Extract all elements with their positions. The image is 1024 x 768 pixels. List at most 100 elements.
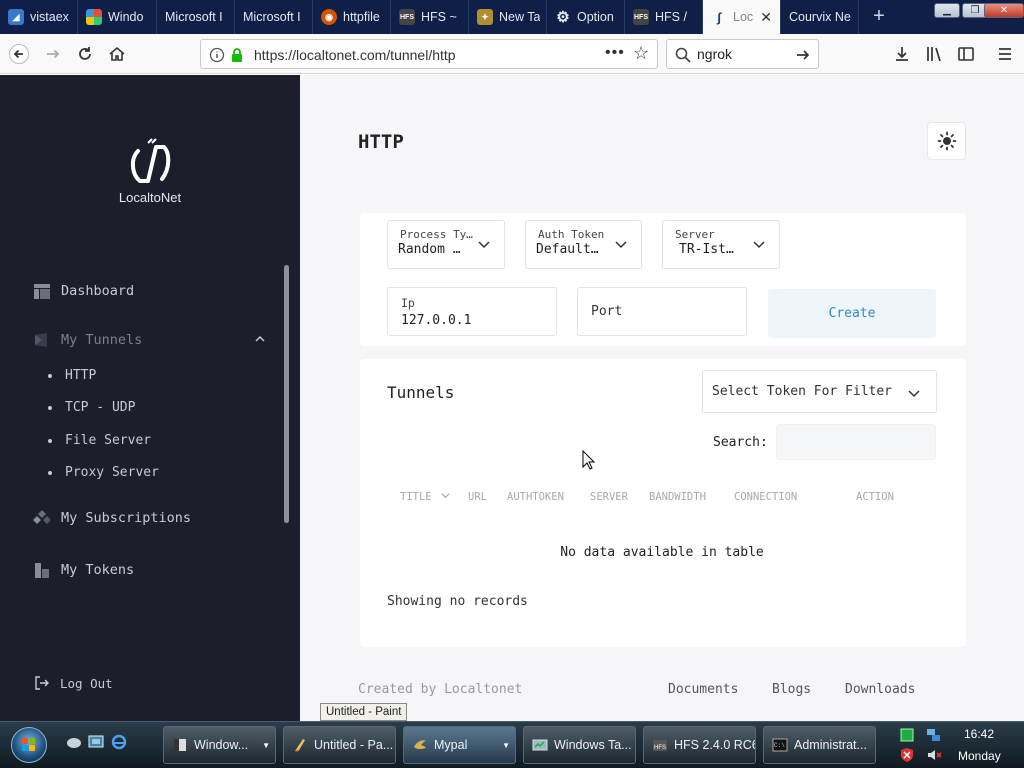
sidebar-subitem-label: File Server <box>65 433 152 448</box>
explorer-window-icon <box>174 739 186 751</box>
taskbar-button-administrator[interactable]: C:\ Administrat... <box>763 726 876 764</box>
tab-vistaex[interactable]: ◢ vistaex <box>0 0 78 34</box>
tab-microsoft-2[interactable]: Microsoft I <box>235 0 313 34</box>
sidebar-item-my-subscriptions[interactable]: My Subscriptions <box>33 509 191 527</box>
table-search-input[interactable] <box>776 424 936 460</box>
sidebar-subitem-label: HTTP <box>65 368 97 383</box>
url-bar[interactable]: https://localtonet.com/tunnel/http ••• ☆ <box>200 39 658 69</box>
show-desktop-icon[interactable] <box>65 733 83 751</box>
bookmark-star-icon[interactable]: ☆ <box>633 43 649 64</box>
theme-toggle-button[interactable] <box>927 122 966 160</box>
volume-muted-tray-icon[interactable] <box>926 747 942 763</box>
taskbar-button-label: Untitled - Pa... <box>314 738 394 752</box>
tab-localtonet[interactable]: ʃ Loc ✕ <box>703 0 781 34</box>
chevron-down-icon <box>615 241 627 249</box>
ip-field[interactable]: Ip 127.0.0.1 <box>387 287 557 336</box>
page-actions-icon[interactable]: ••• <box>605 44 625 62</box>
tab-hfs-1[interactable]: HFS HFS ~ <box>391 0 469 34</box>
sidebar-subitem-tcp-udp[interactable]: TCP - UDP <box>48 400 135 415</box>
security-shield-tray-icon[interactable] <box>900 747 914 763</box>
sidebar-subitem-label: TCP - UDP <box>65 400 136 415</box>
tab-microsoft-1[interactable]: Microsoft I <box>157 0 235 34</box>
token-filter-placeholder: Select Token For Filter <box>712 384 893 399</box>
reload-button[interactable] <box>72 41 98 67</box>
column-header-label: TITLE <box>400 491 432 503</box>
network-tray-icon[interactable] <box>926 727 942 743</box>
tab-hfs-2[interactable]: HFS HFS / <box>625 0 703 34</box>
column-header-title[interactable]: TITLE <box>400 491 450 503</box>
auth-token-label: Auth Token <box>538 228 605 241</box>
port-field[interactable]: Port <box>577 287 747 336</box>
process-type-dropdown[interactable]: Process Ty… Random … <box>387 220 505 269</box>
tab-options[interactable]: ⚙ Option <box>547 0 625 34</box>
column-header-server[interactable]: SERVER <box>590 491 628 503</box>
library-icon[interactable] <box>925 45 943 63</box>
command-prompt-icon: C:\ <box>772 738 788 752</box>
create-button[interactable]: Create <box>768 289 936 338</box>
forward-arrow-icon <box>47 49 60 59</box>
auth-token-dropdown[interactable]: Auth Token Default… <box>525 220 642 269</box>
logout-button[interactable]: Log Out <box>34 675 113 691</box>
taskbar-button-mypal[interactable]: Mypal ▼ <box>403 726 516 764</box>
close-window-button[interactable]: ✕ <box>984 3 1024 18</box>
downloads-icon[interactable] <box>893 45 911 63</box>
bullet-icon <box>48 405 52 410</box>
vista-icon: ◢ <box>8 9 24 25</box>
task-manager-icon <box>532 739 548 751</box>
internet-explorer-icon[interactable] <box>110 733 128 751</box>
taskbar-button-hfs[interactable]: HFS HFS 2.4.0 RC6 <box>643 726 756 764</box>
green-status-tray-icon[interactable] <box>900 728 914 742</box>
hamburger-menu-icon[interactable] <box>996 45 1014 63</box>
column-header-authtoken[interactable]: AUTHTOKEN <box>507 491 564 503</box>
switch-windows-icon[interactable] <box>87 733 105 751</box>
tab-label: HFS / <box>655 10 687 24</box>
back-arrow-icon <box>9 44 29 64</box>
clock-day: Monday <box>958 749 1001 763</box>
tab-httpfile[interactable]: ◉ httpfile <box>313 0 391 34</box>
home-button[interactable] <box>104 41 130 67</box>
sidebar-subitem-label: Proxy Server <box>65 465 159 480</box>
info-icon[interactable] <box>209 47 225 63</box>
new-tab-button[interactable]: + <box>868 5 890 27</box>
mouse-cursor-icon <box>582 450 596 470</box>
token-filter-dropdown[interactable]: Select Token For Filter <box>702 370 937 413</box>
footer-link-documents[interactable]: Documents <box>668 682 738 697</box>
footer-link-blogs[interactable]: Blogs <box>772 682 811 697</box>
sidebar-item-dashboard[interactable]: Dashboard <box>33 282 134 300</box>
lock-icon[interactable] <box>230 47 244 63</box>
column-header-connection[interactable]: CONNECTION <box>734 491 797 503</box>
column-header-bandwidth[interactable]: BANDWIDTH <box>649 491 706 503</box>
sidebar-item-my-tokens[interactable]: My Tokens <box>33 561 134 579</box>
taskbar-button-task-manager[interactable]: Windows Ta... <box>523 726 636 764</box>
bullet-icon <box>48 373 52 378</box>
tab-windows[interactable]: Windo <box>78 0 157 34</box>
tab-courvix[interactable]: Courvix Ne <box>781 0 859 34</box>
close-tab-icon[interactable]: ✕ <box>760 9 772 26</box>
sidebar-toggle-icon[interactable] <box>957 45 975 63</box>
sidebar-scrollbar[interactable] <box>284 265 289 523</box>
column-header-url[interactable]: URL <box>468 491 487 503</box>
start-button[interactable] <box>11 727 47 763</box>
sidebar-item-my-tunnels[interactable]: My Tunnels <box>33 331 265 349</box>
footer-link-downloads[interactable]: Downloads <box>845 682 915 697</box>
minimize-button[interactable]: ▁ <box>934 3 960 18</box>
search-box[interactable] <box>666 39 819 69</box>
tokens-icon <box>35 563 49 578</box>
tab-label: New Ta <box>499 10 541 24</box>
search-input[interactable] <box>697 46 793 62</box>
taskbar-button-windows[interactable]: Window... ▼ <box>163 726 276 764</box>
clock-time[interactable]: 16:42 <box>964 727 994 741</box>
taskbar-button-paint[interactable]: Untitled - Pa... <box>283 726 396 764</box>
chevron-down-icon <box>478 241 490 249</box>
tab-label: httpfile <box>343 10 380 24</box>
server-dropdown[interactable]: Server TR-Ist… <box>662 220 780 269</box>
search-go-arrow-icon[interactable] <box>795 47 811 63</box>
sidebar-subitem-proxy-server[interactable]: Proxy Server <box>48 465 159 480</box>
forward-button[interactable] <box>40 41 66 67</box>
column-header-action[interactable]: ACTION <box>856 491 894 503</box>
sidebar-subitem-file-server[interactable]: File Server <box>48 433 151 448</box>
tab-new[interactable]: ✦ New Ta <box>469 0 547 34</box>
back-button[interactable] <box>6 41 32 67</box>
reload-icon <box>79 47 91 60</box>
sidebar-subitem-http[interactable]: HTTP <box>48 368 96 383</box>
